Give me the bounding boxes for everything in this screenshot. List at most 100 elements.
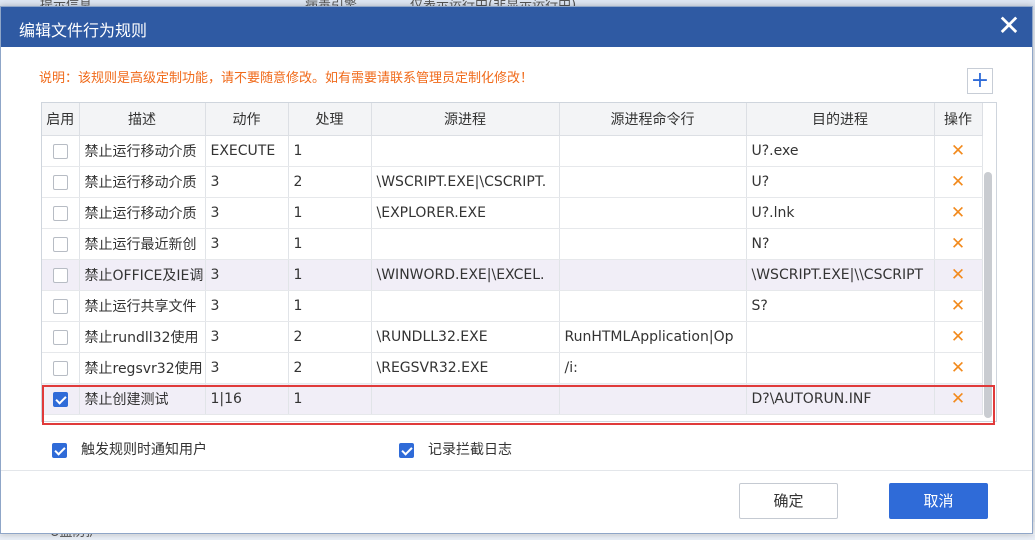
row-source-process: \REGSVR32.EXE	[371, 352, 560, 384]
header-enabled: 启用	[42, 103, 80, 136]
delete-icon[interactable]: ✕	[951, 358, 965, 378]
log-block-option[interactable]: 记录拦截日志	[399, 439, 512, 459]
delete-icon[interactable]: ✕	[951, 141, 965, 161]
row-handle: 1	[288, 197, 372, 229]
delete-icon[interactable]: ✕	[951, 234, 965, 254]
row-description: 禁止运行移动介质	[79, 135, 206, 167]
row-target-process: S?	[746, 290, 935, 322]
row-operation-cell: ✕	[934, 321, 983, 353]
row-enabled-checkbox[interactable]	[52, 143, 68, 159]
cancel-button[interactable]: 取消	[889, 483, 988, 519]
row-handle: 1	[288, 290, 372, 322]
row-handle: 1	[288, 259, 372, 291]
row-source-process: \RUNDLL32.EXE	[371, 321, 560, 353]
row-enabled-cell	[42, 197, 80, 229]
row-source-cmdline: /i:	[559, 352, 747, 384]
notify-user-option[interactable]: 触发规则时通知用户	[52, 439, 207, 459]
delete-icon[interactable]: ✕	[951, 203, 965, 223]
row-source-cmdline: RunHTMLApplication|Op	[559, 321, 747, 353]
table-row[interactable]: 禁止运行共享文件 3 1 S? ✕	[42, 290, 983, 322]
row-operation-cell: ✕	[934, 166, 983, 198]
header-source-cmdline: 源进程命令行	[559, 103, 747, 136]
row-description: 禁止regsvr32使用	[79, 352, 206, 384]
row-enabled-cell	[42, 352, 80, 384]
row-source-process: \EXPLORER.EXE	[371, 197, 560, 229]
row-target-process: N?	[746, 228, 935, 260]
table-row[interactable]: 禁止运行移动介质 3 1 \EXPLORER.EXE U?.lnk ✕	[42, 197, 983, 229]
table-row[interactable]: 禁止运行移动介质 EXECUTE 1 U?.exe ✕	[42, 135, 983, 167]
delete-icon[interactable]: ✕	[951, 172, 965, 192]
delete-icon[interactable]: ✕	[951, 265, 965, 285]
notice-text: 说明：该规则是高级定制功能，请不要随意修改。如有需要请联系管理员定制化修改！	[39, 71, 534, 86]
row-source-process: \WINWORD.EXE|\EXCEL.	[371, 259, 560, 291]
header-description: 描述	[79, 103, 206, 136]
row-handle: 1	[288, 135, 372, 167]
row-handle: 2	[288, 352, 372, 384]
row-action: 3	[205, 166, 289, 198]
row-operation-cell: ✕	[934, 135, 983, 167]
row-target-process: U?	[746, 166, 935, 198]
row-handle: 2	[288, 321, 372, 353]
row-enabled-checkbox[interactable]	[52, 360, 68, 376]
header-operation: 操作	[934, 103, 983, 136]
rules-table-container: 启用 描述 动作 处理 源进程 源进程命令行 目的进程 操作 禁止运行移动介质 E…	[41, 102, 997, 422]
table-row[interactable]: 禁止rundll32使用 3 2 \RUNDLL32.EXE RunHTMLApplic…	[42, 321, 983, 353]
row-target-process: \WSCRIPT.EXE|\\CSCRIPT	[746, 259, 935, 291]
row-operation-cell: ✕	[934, 259, 983, 291]
row-source-cmdline	[559, 135, 747, 167]
row-enabled-cell	[42, 135, 80, 167]
log-block-checkbox[interactable]	[399, 442, 414, 458]
row-action: 3	[205, 228, 289, 260]
row-action: 3	[205, 197, 289, 229]
header-handle: 处理	[288, 103, 372, 136]
row-target-process	[746, 352, 935, 384]
edit-file-behavior-rule-dialog: 编辑文件行为规则 ✕ 说明：该规则是高级定制功能，请不要随意修改。如有需要请联系…	[0, 6, 1033, 534]
table-row[interactable]: 禁止运行移动介质 3 2 \WSCRIPT.EXE|\CSCRIPT. U? ✕	[42, 166, 983, 198]
row-handle: 1	[288, 228, 372, 260]
row-target-process: U?.exe	[746, 135, 935, 167]
add-rule-button[interactable]: +	[967, 68, 993, 94]
notify-user-checkbox[interactable]	[52, 442, 67, 458]
delete-icon[interactable]: ✕	[951, 327, 965, 347]
table-row[interactable]: 禁止运行最近新创 3 1 N? ✕	[42, 228, 983, 260]
row-enabled-cell	[42, 259, 80, 291]
ok-button[interactable]: 确定	[739, 483, 838, 519]
log-block-label: 记录拦截日志	[428, 442, 512, 458]
row-source-cmdline	[559, 228, 747, 260]
row-action: 3	[205, 290, 289, 322]
row-action: 3	[205, 352, 289, 384]
row-enabled-checkbox[interactable]	[52, 174, 68, 190]
row-source-process	[371, 290, 560, 322]
row-description: 禁止OFFICE及IE调	[79, 259, 206, 291]
row-enabled-checkbox[interactable]	[52, 205, 68, 221]
notify-user-label: 触发规则时通知用户	[81, 442, 207, 458]
table-row[interactable]: 禁止OFFICE及IE调 3 1 \WINWORD.EXE|\EXCEL. \WSCRI…	[42, 259, 983, 291]
table-scrollbar[interactable]	[984, 172, 992, 418]
table-header-row: 启用 描述 动作 处理 源进程 源进程命令行 目的进程 操作	[42, 103, 983, 136]
row-operation-cell: ✕	[934, 228, 983, 260]
row-source-cmdline	[559, 259, 747, 291]
header-source-process: 源进程	[371, 103, 560, 136]
rules-table-body: 禁止运行移动介质 EXECUTE 1 U?.exe ✕ 禁止运行移动介质 3 2 \WSCRIP…	[42, 135, 983, 415]
rules-table: 启用 描述 动作 处理 源进程 源进程命令行 目的进程 操作 禁止运行移动介质 E…	[42, 103, 983, 415]
row-target-process: U?.lnk	[746, 197, 935, 229]
row-enabled-checkbox[interactable]	[52, 236, 68, 252]
dialog-title: 编辑文件行为规则	[19, 21, 148, 40]
row-source-process	[371, 228, 560, 260]
row-enabled-checkbox[interactable]	[52, 267, 68, 283]
row-enabled-cell	[42, 228, 80, 260]
row-enabled-checkbox[interactable]	[52, 298, 68, 314]
row-operation-cell: ✕	[934, 290, 983, 322]
table-row[interactable]: 禁止regsvr32使用 3 2 \REGSVR32.EXE/i: ✕	[42, 352, 983, 384]
selected-row-highlight	[42, 385, 995, 425]
row-handle: 2	[288, 166, 372, 198]
row-enabled-checkbox[interactable]	[52, 329, 68, 345]
header-action: 动作	[205, 103, 289, 136]
row-description: 禁止运行移动介质	[79, 166, 206, 198]
close-icon[interactable]: ✕	[994, 11, 1024, 41]
row-description: 禁止rundll32使用	[79, 321, 206, 353]
row-source-process	[371, 135, 560, 167]
row-operation-cell: ✕	[934, 352, 983, 384]
delete-icon[interactable]: ✕	[951, 296, 965, 316]
row-description: 禁止运行最近新创	[79, 228, 206, 260]
